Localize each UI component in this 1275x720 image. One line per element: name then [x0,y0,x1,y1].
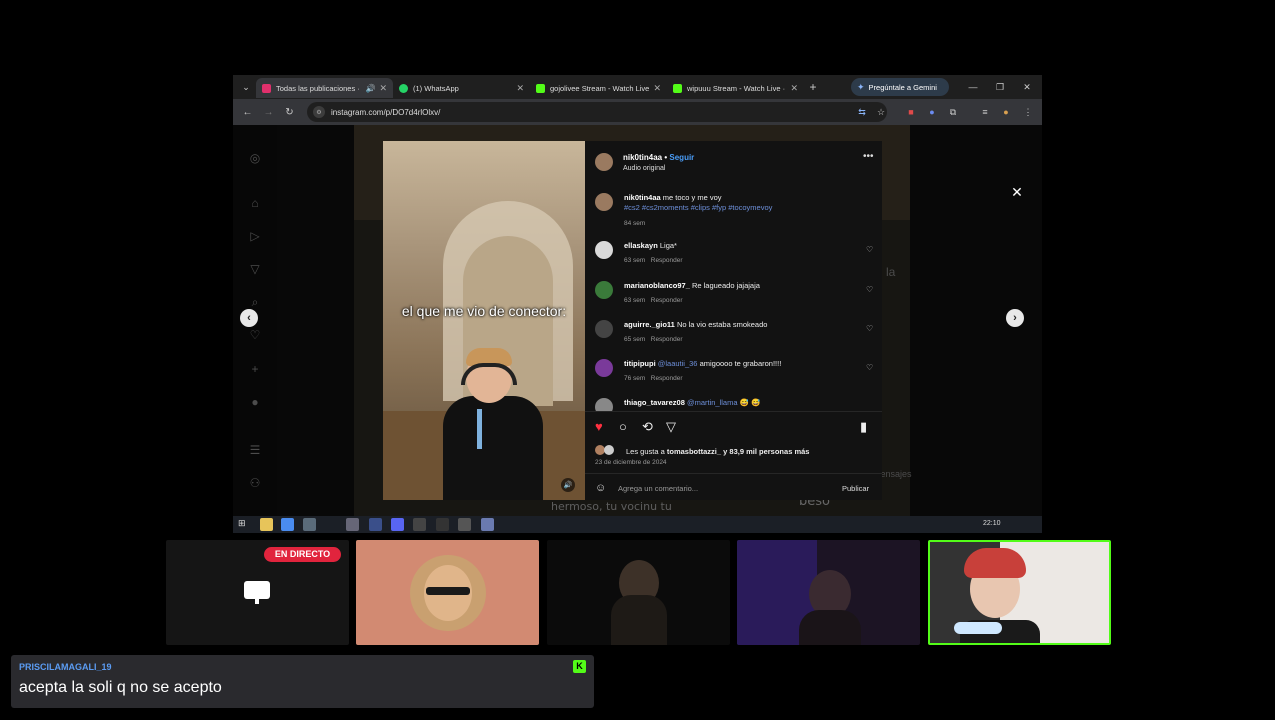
monitor-icon-stand [255,598,259,604]
instagram-page: ◎ ⌂ ▷ ▽ ⌕ ♡ + ● ☰ ⚇ la Mensajes hermoso,… [233,125,1042,516]
discord-icon[interactable] [391,518,404,531]
address-bar[interactable]: ⚙ instagram.com/p/DO7d4rlOlxv/ [307,102,887,122]
avatar [410,555,486,631]
instagram-favicon-icon [262,83,271,93]
extension-icon[interactable]: ● [925,105,939,119]
back-button[interactable]: ← [237,107,258,118]
tab-bar: ⌄ Todas las publicaciones · 🔊 ✕ (1) What… [233,75,1042,99]
clock-time: 22:10 [983,520,1001,527]
tab-title: gojolivee Stream - Watch Live [550,83,650,93]
close-modal-icon[interactable]: ✕ [1010,185,1024,199]
speaker-icon[interactable]: 🔊 [365,84,375,93]
steam-icon[interactable] [458,518,471,531]
chrome-icon[interactable] [281,518,294,531]
url-text: instagram.com/p/DO7d4rlOlxv/ [331,107,441,117]
browser-toolbar: ← → ↻ ⚙ instagram.com/p/DO7d4rlOlxv/ ⇆ ☆… [233,99,1042,125]
sunglasses [426,587,470,595]
guest-video [799,610,861,645]
guest-video [611,595,667,645]
forward-button[interactable]: → [258,107,279,118]
browser-window: ⌄ Todas las publicaciones · 🔊 ✕ (1) What… [233,75,1042,533]
close-window-button[interactable]: ✕ [1013,75,1041,99]
minimize-button[interactable]: — [959,75,987,99]
guest-tile[interactable] [547,540,730,645]
chat-username: PRISCILAMAGALI_19 [19,662,112,672]
gemini-button[interactable]: ✦ Pregúntale a Gemini [851,78,949,96]
tab-search-icon[interactable]: ⌄ [236,77,256,97]
chat-message-overlay: PRISCILAMAGALI_19 acepta la soli q no se… [11,655,594,708]
tab-whatsapp[interactable]: (1) WhatsApp ✕ [393,78,530,98]
menu-dots-icon[interactable]: ⋮ [1021,105,1035,119]
tab-title: (1) WhatsApp [413,83,459,93]
chat-message-text: acepta la soli q no se acepto [19,679,222,696]
windows-taskbar: ⊞ 22:10 [233,516,1042,533]
guest-tile[interactable] [737,540,920,645]
tab-gojolivee[interactable]: gojolivee Stream - Watch Live ✕ [530,78,667,98]
stream-layout: ⌄ Todas las publicaciones · 🔊 ✕ (1) What… [0,0,1275,720]
file-explorer-icon[interactable] [260,518,273,531]
close-tab-icon[interactable]: ✕ [516,83,524,94]
close-tab-icon[interactable]: ✕ [379,83,387,94]
kick-favicon-icon [673,83,682,93]
guest-tile[interactable] [356,540,539,645]
tab-wipuuu[interactable]: wipuuu Stream - Watch Live · ✕ [667,78,804,98]
previous-post-button[interactable]: ‹ [240,309,258,327]
close-tab-icon[interactable]: ✕ [790,83,798,94]
obs-icon[interactable] [413,518,426,531]
taskbar-app-icon[interactable] [369,518,382,531]
live-badge: EN DIRECTO [264,547,341,562]
media-icon[interactable]: ≡ [978,105,992,119]
kick-logo-icon: K [573,660,586,673]
extension-icon[interactable]: ■ [904,105,918,119]
site-info-icon[interactable]: ⚙ [313,106,325,118]
bookmark-star-icon[interactable]: ☆ [874,105,888,119]
tab-title: wipuuu Stream - Watch Live · [687,83,786,93]
taskbar-app-icon[interactable] [346,518,359,531]
taskbar-app-icon[interactable] [303,518,316,531]
translate-icon[interactable]: ⇆ [855,105,869,119]
new-tab-button[interactable]: + [804,80,822,94]
kick-favicon-icon [536,83,545,93]
gemini-icon: ✦ [857,81,865,92]
webcam-hair [964,548,1026,578]
reload-button[interactable]: ↻ [279,107,300,118]
close-tab-icon[interactable]: ✕ [653,83,661,94]
windows-start-icon[interactable]: ⊞ [238,518,251,531]
modal-overlay[interactable] [233,125,1042,516]
extensions-puzzle-icon[interactable]: ⧉ [946,105,960,119]
profile-avatar-icon[interactable]: ● [999,105,1013,119]
microphone-icon [954,622,1002,634]
host-webcam-tile[interactable] [928,540,1111,645]
tab-title: Todas las publicaciones · [276,83,360,93]
next-post-button[interactable]: › [1006,309,1024,327]
tab-instagram[interactable]: Todas las publicaciones · 🔊 ✕ [256,78,393,98]
monitor-icon [244,581,270,599]
restore-button[interactable]: ❐ [986,75,1014,99]
whatsapp-favicon-icon [399,83,408,93]
taskbar-app-icon[interactable] [481,518,494,531]
gemini-label: Pregúntale a Gemini [868,82,937,92]
taskbar-app-icon[interactable] [436,518,449,531]
